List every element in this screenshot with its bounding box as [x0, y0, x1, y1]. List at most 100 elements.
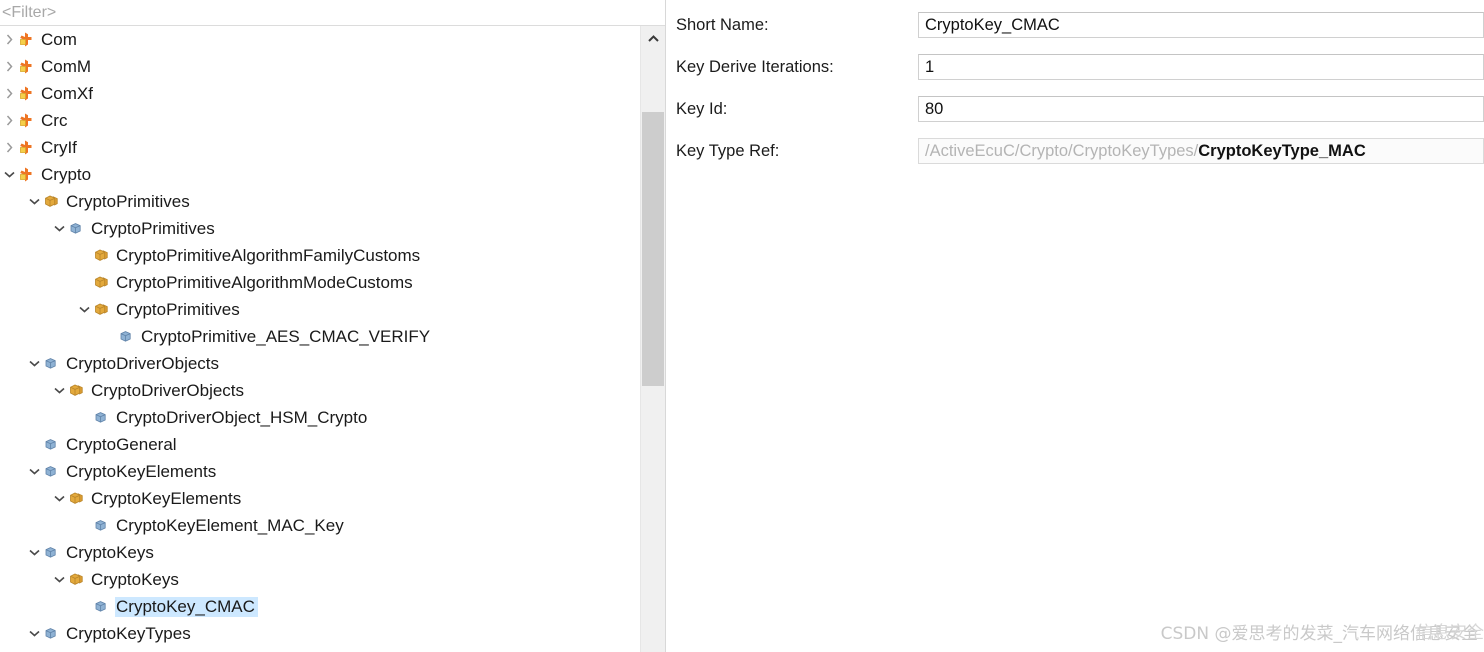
- chevron-down-icon[interactable]: [52, 566, 66, 593]
- watermark-text: CSDN @爱思考的发菜_汽车网络信息安全: [1160, 624, 1478, 644]
- chevron-right-icon[interactable]: [2, 107, 16, 134]
- tree-item[interactable]: CryIf: [0, 134, 640, 161]
- filter-input[interactable]: [2, 3, 622, 22]
- tree-item[interactable]: CryptoPrimitiveAlgorithmModeCustoms: [0, 269, 640, 296]
- chevron-right-icon[interactable]: [2, 80, 16, 107]
- tree-item[interactable]: CryptoKeys: [0, 539, 640, 566]
- key-type-ref-path-leaf: CryptoKeyType_MAC: [1198, 141, 1366, 160]
- properties-panel: Short Name: CryptoKey_CMAC Key Derive It…: [666, 0, 1484, 652]
- tree-body: Com ComM ComXf Crc CryIf Crypto CryptoPrimitiv…: [0, 26, 665, 652]
- tree-item-label: CryptoKeyElements: [66, 461, 217, 481]
- chevron-right-icon[interactable]: [2, 53, 16, 80]
- tree-item-label: CryptoKeyElements: [91, 488, 242, 508]
- chevron-down-icon[interactable]: [27, 350, 41, 377]
- tree-item-label: CryIf: [41, 137, 77, 157]
- element-icon: [116, 327, 136, 347]
- property-row-key-type-ref: Key Type Ref: /ActiveEcuC/Crypto/CryptoK…: [666, 130, 1484, 172]
- tree-item-label: CryptoGeneral: [66, 434, 177, 454]
- tree-item[interactable]: Com: [0, 26, 640, 53]
- tree-item[interactable]: CryptoKeyElement_MAC_Key: [0, 512, 640, 539]
- key-derive-iterations-input[interactable]: 1: [918, 54, 1484, 80]
- container-icon: [41, 192, 61, 212]
- container-icon: [66, 570, 86, 590]
- scrollbar-thumb[interactable]: [642, 112, 664, 386]
- tree-panel: Com ComM ComXf Crc CryIf Crypto CryptoPrimitiv…: [0, 0, 666, 652]
- tree-item[interactable]: CryptoKeyTypes: [0, 620, 640, 647]
- tree-item-label: CryptoPrimitiveAlgorithmFamilyCustoms: [116, 245, 421, 265]
- chevron-right-icon[interactable]: [2, 134, 16, 161]
- short-name-input[interactable]: CryptoKey_CMAC: [918, 12, 1484, 38]
- tree-item[interactable]: Crc: [0, 107, 640, 134]
- tree-item-label: CryptoPrimitiveAlgorithmModeCustoms: [116, 272, 413, 292]
- key-id-input[interactable]: 80: [918, 96, 1484, 122]
- element-icon: [91, 516, 111, 536]
- element-icon: [66, 219, 86, 239]
- tree-item[interactable]: CryptoPrimitives: [0, 296, 640, 323]
- tree-item-label: ComM: [41, 56, 92, 76]
- key-type-ref-path-prefix: /ActiveEcuC/Crypto/CryptoKeyTypes/: [925, 141, 1199, 160]
- tree-item[interactable]: CryptoDriverObject_HSM_Crypto: [0, 404, 640, 431]
- module-icon: [16, 57, 36, 77]
- chevron-down-icon[interactable]: [52, 215, 66, 242]
- tree-item[interactable]: CryptoPrimitive_AES_CMAC_VERIFY: [0, 323, 640, 350]
- tree-item[interactable]: CryptoGeneral: [0, 431, 640, 458]
- tree-item[interactable]: CryptoKey_CMAC: [0, 593, 640, 620]
- chevron-down-icon[interactable]: [52, 485, 66, 512]
- chevron-up-icon: [647, 30, 659, 48]
- key-id-label: Key Id:: [676, 99, 728, 118]
- tree-item-label: Crypto: [41, 164, 92, 184]
- application-window: Com ComM ComXf Crc CryIf Crypto CryptoPrimitiv…: [0, 0, 1484, 652]
- tree-item[interactable]: CryptoPrimitives: [0, 188, 640, 215]
- tree-item-label: CryptoPrimitives: [116, 299, 240, 319]
- tree-item[interactable]: CryptoPrimitives: [0, 215, 640, 242]
- element-icon: [41, 354, 61, 374]
- tree-item[interactable]: CryptoDriverObjects: [0, 377, 640, 404]
- container-icon: [91, 246, 111, 266]
- filter-bar: [0, 0, 665, 26]
- watermark-ghost-text: 信息安全: [1416, 623, 1484, 643]
- module-icon: [16, 30, 36, 50]
- element-icon: [41, 462, 61, 482]
- chevron-down-icon[interactable]: [77, 296, 91, 323]
- chevron-down-icon[interactable]: [27, 539, 41, 566]
- tree-item[interactable]: CryptoKeyElements: [0, 458, 640, 485]
- key-derive-iterations-label: Key Derive Iterations:: [676, 57, 834, 76]
- chevron-down-icon[interactable]: [27, 458, 41, 485]
- tree-item-label: CryptoPrimitive_AES_CMAC_VERIFY: [141, 326, 431, 346]
- tree-item[interactable]: ComXf: [0, 80, 640, 107]
- element-icon: [91, 408, 111, 428]
- property-row-short-name: Short Name: CryptoKey_CMAC: [666, 4, 1484, 46]
- tree-item-label: CryptoKey_CMAC: [115, 596, 258, 617]
- module-icon: [16, 84, 36, 104]
- module-icon: [16, 111, 36, 131]
- chevron-down-icon[interactable]: [52, 377, 66, 404]
- tree-item-label: CryptoDriverObjects: [91, 380, 245, 400]
- tree-scroll-area[interactable]: Com ComM ComXf Crc CryIf Crypto CryptoPrimitiv…: [0, 26, 640, 652]
- tree-item[interactable]: CryptoPrimitiveAlgorithmFamilyCustoms: [0, 242, 640, 269]
- tree-item[interactable]: CryptoKeys: [0, 566, 640, 593]
- tree-item[interactable]: CryptoKeyElements: [0, 485, 640, 512]
- element-icon: [91, 597, 111, 617]
- tree-item-label: CryptoDriverObject_HSM_Crypto: [116, 407, 368, 427]
- container-icon: [91, 273, 111, 293]
- key-type-ref-input[interactable]: /ActiveEcuC/Crypto/CryptoKeyTypes/Crypto…: [918, 138, 1484, 164]
- container-icon: [66, 489, 86, 509]
- tree-item-label: CryptoKeys: [66, 542, 154, 562]
- chevron-down-icon[interactable]: [27, 620, 41, 647]
- chevron-down-icon[interactable]: [27, 188, 41, 215]
- tree-item[interactable]: CryptoDriverObjects: [0, 350, 640, 377]
- chevron-down-icon[interactable]: [2, 161, 16, 188]
- module-icon: [16, 138, 36, 158]
- scrollbar-up-button[interactable]: [641, 26, 665, 52]
- container-icon: [66, 381, 86, 401]
- tree-item-label: CryptoKeys: [91, 569, 179, 589]
- tree-vertical-scrollbar[interactable]: [640, 26, 665, 652]
- tree-item-label: ComXf: [41, 83, 93, 103]
- chevron-right-icon[interactable]: [2, 26, 16, 53]
- property-row-key-derive-iterations: Key Derive Iterations: 1: [666, 46, 1484, 88]
- tree-item-label: CryptoKeyTypes: [66, 623, 191, 643]
- tree-item[interactable]: ComM: [0, 53, 640, 80]
- tree-item[interactable]: Crypto: [0, 161, 640, 188]
- tree-item-label: CryptoPrimitives: [66, 191, 190, 211]
- tree-item-label: CryptoKeyElement_MAC_Key: [116, 515, 344, 535]
